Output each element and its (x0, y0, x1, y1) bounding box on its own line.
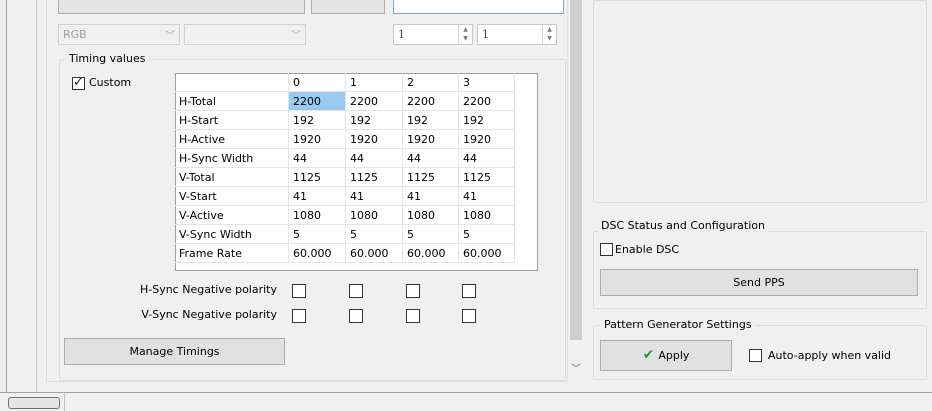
spin-arrows-icon[interactable]: ▲ ▼ (542, 25, 556, 44)
table-cell[interactable]: 44 (459, 149, 515, 168)
table-cell[interactable]: 41 (459, 187, 515, 206)
auto-apply-label: Auto-apply when valid (768, 349, 892, 362)
spin-box-1[interactable]: 1 ▲ ▼ (393, 24, 473, 45)
table-cell[interactable]: 1125 (289, 168, 346, 187)
color-format-combo[interactable]: RGB ﹀ (58, 24, 180, 45)
table-header-cell[interactable] (175, 73, 289, 92)
pattern-generator-title: Pattern Generator Settings (601, 318, 755, 331)
custom-checkbox[interactable] (72, 75, 85, 90)
table-cell[interactable]: 2200 (403, 92, 459, 111)
table-cell[interactable]: 41 (403, 187, 459, 206)
table-header-cell[interactable]: 0 (289, 73, 346, 92)
hsync-polarity-label: H-Sync Negative polarity (139, 283, 277, 296)
apply-button[interactable]: ✔ Apply (600, 340, 732, 371)
scroll-down-icon[interactable]: ﹀ (570, 360, 582, 375)
spin-box-2-value: 1 (482, 28, 489, 41)
status-divider (64, 393, 65, 411)
table-cell[interactable]: 192 (289, 111, 346, 130)
vsync-polarity-checkbox-3[interactable] (462, 309, 476, 323)
bit-depth-combo[interactable] (311, 0, 385, 14)
vsync-polarity-checkbox-0[interactable] (292, 309, 306, 323)
hsync-polarity-checkbox-3[interactable] (462, 284, 476, 298)
table-cell[interactable]: 192 (346, 111, 403, 130)
vsync-polarity-checkbox-1[interactable] (349, 309, 363, 323)
spin-box-2[interactable]: 1 ▲ ▼ (477, 24, 557, 45)
chevron-down-icon: ﹀ (165, 31, 175, 42)
table-cell[interactable]: 1125 (346, 168, 403, 187)
table-cell[interactable]: 60.000 (459, 244, 515, 263)
frame-divider (6, 0, 7, 392)
table-row-label[interactable]: H-Sync Width (175, 149, 289, 168)
vsync-polarity-label: V-Sync Negative polarity (141, 308, 277, 321)
table-header-cell[interactable]: 3 (459, 73, 515, 92)
status-indicator (8, 397, 60, 409)
scrollbar-thumb[interactable] (570, 0, 582, 340)
table-cell[interactable]: 5 (289, 225, 346, 244)
table-cell[interactable]: 1125 (403, 168, 459, 187)
apply-button-label: Apply (658, 349, 690, 362)
table-row-label[interactable]: V-Sync Width (175, 225, 289, 244)
table-cell[interactable]: 41 (346, 187, 403, 206)
table-row-label[interactable]: H-Active (175, 130, 289, 149)
table-cell[interactable]: 44 (403, 149, 459, 168)
custom-label: Custom (89, 76, 132, 89)
table-cell[interactable]: 1080 (346, 206, 403, 225)
spin-arrows-icon[interactable]: ▲ ▼ (458, 25, 472, 44)
table-cell[interactable]: 192 (459, 111, 515, 130)
vsync-polarity-checkbox-2[interactable] (406, 309, 420, 323)
table-cell[interactable]: 2200 (459, 92, 515, 111)
spin-box-1-value: 1 (398, 28, 405, 41)
timing-mode-combo[interactable] (58, 0, 305, 14)
frame-divider (36, 0, 37, 392)
table-cell[interactable]: 2200 (289, 92, 346, 111)
hsync-polarity-checkbox-2[interactable] (406, 284, 420, 298)
table-cell[interactable]: 1920 (346, 130, 403, 149)
hsync-polarity-checkbox-1[interactable] (349, 284, 363, 298)
enable-dsc-checkbox[interactable] (600, 243, 613, 256)
auto-apply-checkbox[interactable] (749, 349, 762, 362)
table-row-label[interactable]: H-Total (175, 92, 289, 111)
manage-timings-button[interactable]: Manage Timings (64, 338, 285, 365)
table-row-label[interactable]: V-Total (175, 168, 289, 187)
chevron-down-icon: ﹀ (291, 31, 301, 42)
table-cell[interactable]: 192 (403, 111, 459, 130)
table-cell[interactable]: 41 (289, 187, 346, 206)
table-row-label[interactable]: Frame Rate (175, 244, 289, 263)
table-cell[interactable]: 1920 (403, 130, 459, 149)
table-cell[interactable]: 1080 (459, 206, 515, 225)
table-cell[interactable]: 1920 (459, 130, 515, 149)
color-format-value: RGB (63, 28, 87, 41)
table-cell[interactable]: 1080 (289, 206, 346, 225)
table-row-label[interactable]: V-Active (175, 206, 289, 225)
table-row-label[interactable]: H-Start (175, 111, 289, 130)
send-pps-button[interactable]: Send PPS (600, 269, 918, 296)
table-header-cell[interactable]: 2 (403, 73, 459, 92)
table-cell[interactable]: 2200 (346, 92, 403, 111)
table-cell[interactable]: 60.000 (346, 244, 403, 263)
table-row-label[interactable]: V-Start (175, 187, 289, 206)
table-cell[interactable]: 60.000 (403, 244, 459, 263)
table-cell[interactable]: 44 (346, 149, 403, 168)
info-group (593, 0, 927, 203)
table-cell[interactable]: 5 (346, 225, 403, 244)
dsc-group-title: DSC Status and Configuration (598, 219, 768, 232)
table-cell[interactable]: 60.000 (289, 244, 346, 263)
table-cell[interactable]: 44 (289, 149, 346, 168)
checkmark-icon: ✔ (642, 347, 655, 363)
pattern-input[interactable] (393, 0, 564, 14)
status-bar (0, 393, 932, 411)
table-header-cell[interactable]: 1 (346, 73, 403, 92)
table-cell[interactable]: 5 (403, 225, 459, 244)
hsync-polarity-checkbox-0[interactable] (292, 284, 306, 298)
table-cell[interactable]: 1920 (289, 130, 346, 149)
timing-values-title: Timing values (66, 52, 149, 65)
table-cell[interactable]: 1125 (459, 168, 515, 187)
table-cell[interactable]: 1080 (403, 206, 459, 225)
table-cell[interactable]: 5 (459, 225, 515, 244)
colorimetry-combo[interactable]: ﹀ (184, 24, 306, 45)
enable-dsc-label: Enable DSC (615, 243, 680, 256)
